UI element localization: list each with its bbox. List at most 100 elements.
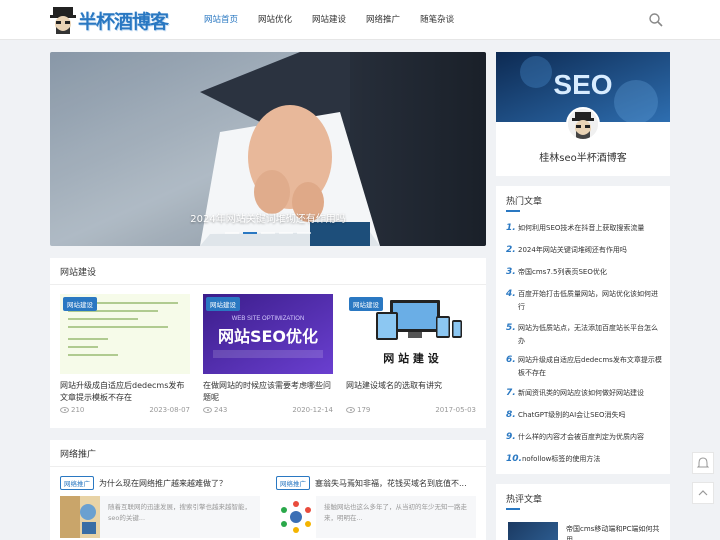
promo-post-excerpt: 随着互联网的迅速发展，搜索引擎也越来越智能，seo的关键... — [108, 503, 251, 522]
post-title[interactable]: 网站升级成自适应后dedecms发布文章提示模板不存在 — [60, 380, 190, 403]
float-button[interactable] — [692, 452, 714, 474]
view-count: 179 — [346, 406, 370, 414]
post-meta: 210 2023-08-07 — [60, 406, 190, 414]
main-nav: 网站首页 网站优化 网站建设 网络推广 随笔杂谈 — [194, 0, 464, 40]
nav-item-home[interactable]: 网站首页 — [194, 0, 248, 40]
hot-comments-card: 热评文章 帝国cms移动端和PC端如何共用... — [496, 484, 670, 540]
promo-post-title[interactable]: 为什么现在网络推广越来越难做了？ — [99, 478, 227, 489]
post-thumbnail[interactable]: 网 站 建 设 网站建设 — [346, 294, 476, 374]
post-title[interactable]: 网站建设域名的选取有讲究 — [346, 380, 476, 392]
float-button[interactable] — [692, 482, 714, 504]
nav-item-optimization[interactable]: 网站优化 — [248, 0, 302, 40]
section-title: 网站建设 — [60, 268, 97, 278]
site-logo[interactable]: 半杯酒博客 — [50, 3, 169, 37]
post-date: 2017-05-03 — [435, 406, 476, 414]
hot-post-link[interactable]: nofollow标签的使用方法 — [522, 453, 664, 466]
search-icon[interactable] — [648, 12, 664, 28]
hot-post-number: 10. — [506, 454, 522, 464]
thumbnail-text: 网站SEO优化 — [218, 327, 318, 346]
eye-icon — [60, 407, 69, 413]
post-meta: 243 2020-12-14 — [203, 406, 333, 414]
hot-post-item[interactable]: 3. 帝国cms7.5列表页SEO优化 — [506, 266, 664, 279]
hot-post-link[interactable]: 什么样的内容才会被百度判定为优质内容 — [518, 431, 664, 444]
hot-post-item[interactable]: 9. 什么样的内容才会被百度判定为优质内容 — [506, 431, 664, 444]
nav-item-essays[interactable]: 随笔杂谈 — [410, 0, 464, 40]
hot-post-link[interactable]: 网站为低质站点，无法添加百度站长平台怎么办 — [518, 322, 664, 348]
promo-post[interactable]: 网络推广 塞翁失马焉知非福，花钱买域名到底值不... 接触网站也这么多年了，从当… — [276, 476, 476, 538]
hero-slider[interactable]: 2024年网站关键词堆砌还有作用吗 — [50, 52, 486, 246]
banner-seo-text: SEO — [553, 69, 612, 100]
view-count-value: 179 — [357, 406, 371, 414]
promo-post[interactable]: 网络推广 为什么现在网络推广越来越难做了？ 随着互联网的迅速发展，搜索引擎也越来… — [60, 476, 260, 538]
category-badge[interactable]: 网站建设 — [349, 297, 383, 311]
hot-post-link[interactable]: 新闻资讯类的网站应该如何做好网站建设 — [518, 387, 664, 400]
category-badge[interactable]: 网络推广 — [276, 476, 310, 490]
website-building-section: 网站建设 网站建设 网站升级成自适应后dedecms发布文章提示模板不存在 21… — [50, 258, 486, 428]
post-date: 2023-08-07 — [149, 406, 190, 414]
promo-post-header: 网络推广 为什么现在网络推广越来越难做了？ — [60, 476, 260, 490]
hot-post-item[interactable]: 6. 网站升级成自适应后dedecms发布文章提示模板不存在 — [506, 354, 664, 380]
hot-comments-title: 热评文章 — [506, 495, 543, 505]
hot-post-item[interactable]: 7. 新闻资讯类的网站应该如何做好网站建设 — [506, 387, 664, 400]
post-thumbnail[interactable]: 网站建设 — [60, 294, 190, 374]
hot-posts-card: 热门文章 1. 如何利用SEO技术在抖音上获取搜索流量 2. 2024年网站关键词堆… — [496, 186, 670, 474]
promo-post-header: 网络推广 塞翁失马焉知非福，花钱买域名到底值不... — [276, 476, 476, 490]
title-underline — [506, 210, 520, 212]
nav-item-promotion[interactable]: 网络推广 — [356, 0, 410, 40]
hot-post-link[interactable]: 网站升级成自适应后dedecms发布文章提示模板不存在 — [518, 354, 664, 380]
slider-dot-active[interactable] — [243, 232, 257, 234]
hot-post-number: 3. — [506, 267, 516, 277]
section-divider — [50, 466, 486, 467]
hot-post-link[interactable]: 如何利用SEO技术在抖音上获取搜索流量 — [518, 222, 664, 235]
hot-post-number: 5. — [506, 323, 516, 333]
slider-dot[interactable] — [261, 232, 275, 234]
post-card[interactable]: WEB SITE OPTIMIZATION 网站SEO优化 网站建设 在做网站的… — [203, 294, 333, 422]
post-card[interactable]: 网站建设 网站升级成自适应后dedecms发布文章提示模板不存在 210 202… — [60, 294, 190, 422]
view-count: 210 — [60, 406, 84, 414]
hot-post-number: 2. — [506, 245, 516, 255]
hot-post-number: 7. — [506, 388, 516, 398]
hot-post-item[interactable]: 10. nofollow标签的使用方法 — [506, 453, 664, 466]
title-underline — [506, 508, 520, 510]
nav-item-building[interactable]: 网站建设 — [302, 0, 356, 40]
slider-dot[interactable] — [279, 232, 293, 234]
post-thumbnail[interactable]: WEB SITE OPTIMIZATION 网站SEO优化 网站建设 — [203, 294, 333, 374]
slide-title[interactable]: 2024年网站关键词堆砌还有作用吗 — [50, 210, 486, 225]
comment-post-link[interactable]: 帝国cms移动端和PC端如何共用... — [566, 524, 662, 540]
promo-post-thumbnail[interactable] — [276, 496, 316, 538]
hot-post-link[interactable]: 2024年网站关键词堆砌还有作用吗 — [518, 244, 664, 257]
profile-card: SEO 桂林seo半杯酒博客 — [496, 52, 670, 176]
logo-mascot-icon — [50, 7, 76, 34]
hot-post-number: 4. — [506, 289, 516, 299]
hot-post-link[interactable]: 百度开始打击低质量网站，网站优化该如何进行 — [518, 288, 664, 314]
post-title[interactable]: 在做网站的时候应该需要考虑哪些问题呢 — [203, 380, 333, 403]
promo-post-thumbnail[interactable] — [60, 496, 100, 538]
notification-icon — [696, 457, 710, 468]
hot-post-item[interactable]: 2. 2024年网站关键词堆砌还有作用吗 — [506, 244, 664, 257]
post-date: 2020-12-14 — [292, 406, 333, 414]
promo-post-body: 随着互联网的迅速发展，搜索引擎也越来越智能，seo的关键... — [60, 496, 260, 538]
eye-icon — [346, 407, 355, 413]
hot-post-item[interactable]: 8. ChatGPT级别的AI会让SEO消失吗 — [506, 409, 664, 422]
avatar[interactable] — [566, 107, 600, 141]
hot-post-item[interactable]: 4. 百度开始打击低质量网站，网站优化该如何进行 — [506, 288, 664, 314]
logo-text: 半杯酒博客 — [78, 10, 169, 33]
scroll-top-icon — [698, 490, 708, 496]
category-badge[interactable]: 网络推广 — [60, 476, 94, 490]
site-header: 半杯酒博客 网站首页 网站优化 网站建设 网络推广 随笔杂谈 — [0, 0, 720, 40]
category-badge[interactable]: 网站建设 — [206, 297, 240, 311]
promo-post-title[interactable]: 塞翁失马焉知非福，花钱买域名到底值不... — [315, 478, 467, 489]
view-count-value: 210 — [71, 406, 85, 414]
hot-post-item[interactable]: 5. 网站为低质站点，无法添加百度站长平台怎么办 — [506, 322, 664, 348]
slider-dot[interactable] — [297, 232, 311, 234]
hot-post-link[interactable]: 帝国cms7.5列表页SEO优化 — [518, 266, 664, 279]
category-badge[interactable]: 网站建设 — [63, 297, 97, 311]
view-count: 243 — [203, 406, 227, 414]
comment-post-thumbnail[interactable] — [508, 522, 558, 540]
hot-post-link[interactable]: ChatGPT级别的AI会让SEO消失吗 — [518, 409, 664, 422]
slider-dot[interactable] — [225, 232, 239, 234]
hot-post-number: 9. — [506, 432, 516, 442]
post-card[interactable]: 网 站 建 设 网站建设 网站建设域名的选取有讲究 179 2017-05-03 — [346, 294, 476, 422]
hot-post-item[interactable]: 1. 如何利用SEO技术在抖音上获取搜索流量 — [506, 222, 664, 235]
hot-post-number: 8. — [506, 410, 516, 420]
